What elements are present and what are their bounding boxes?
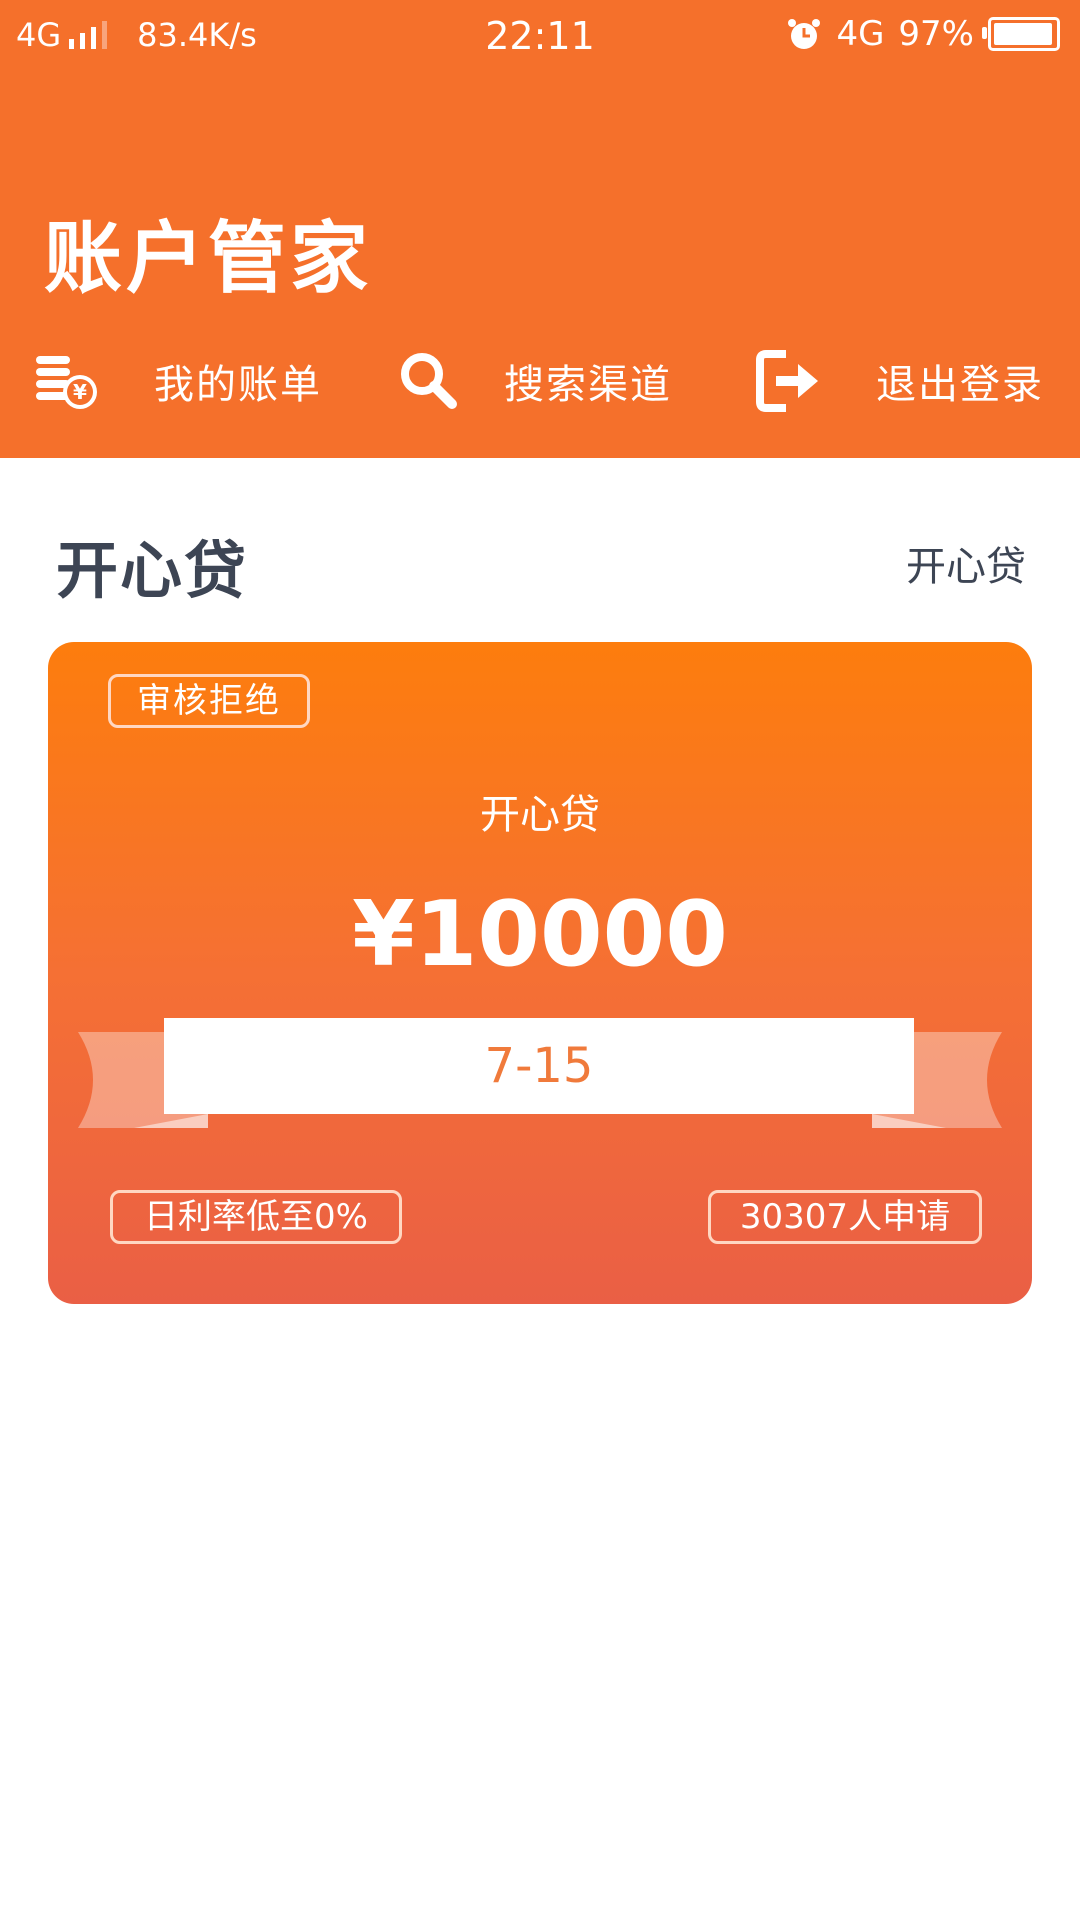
nav-logout[interactable]: 退出登录 — [756, 336, 1044, 426]
nav-label-logout: 退出登录 — [876, 362, 1044, 408]
applicants-badge: 30307人申请 — [708, 1190, 982, 1244]
loan-card[interactable]: 审核拒绝 开心贷 ¥10000 7-15 日利率低至0% 30307人申请 — [48, 642, 1032, 1304]
page-title: 账户管家 — [44, 214, 373, 304]
nav-my-bills[interactable]: ¥ 我的账单 — [34, 336, 322, 426]
loan-amount: ¥10000 — [352, 882, 728, 987]
nav-search-channel[interactable]: 搜索渠道 — [396, 336, 672, 426]
loan-name: 开心贷 — [480, 792, 600, 838]
nav-label-search: 搜索渠道 — [504, 362, 672, 408]
status-right: 4G 97% — [786, 14, 1060, 54]
rate-badge: 日利率低至0% — [110, 1190, 402, 1244]
nav-label-bills: 我的账单 — [154, 362, 322, 408]
section-link[interactable]: 开心贷 — [906, 534, 1026, 592]
loan-term: 7-15 — [164, 1018, 914, 1114]
search-icon — [401, 353, 457, 409]
section-title: 开心贷 — [56, 534, 249, 607]
status-bar: 4G 83.4K/s 22:11 4G 97% — [0, 0, 1080, 76]
logout-icon — [756, 350, 818, 412]
battery-icon — [982, 17, 1060, 51]
header-nav: ¥ 我的账单 搜索渠道 退出登录 — [0, 336, 1080, 426]
network-type-right: 4G — [836, 14, 885, 54]
battery-percent: 97% — [898, 14, 974, 54]
coins-yen-icon: ¥ — [36, 356, 97, 409]
app-header: 4G 83.4K/s 22:11 4G 97% 账户管家 ¥ 我的账单 搜索渠道… — [0, 0, 1080, 458]
svg-text:¥: ¥ — [73, 380, 87, 404]
alarm-icon — [788, 19, 821, 49]
status-badge: 审核拒绝 — [108, 674, 310, 728]
